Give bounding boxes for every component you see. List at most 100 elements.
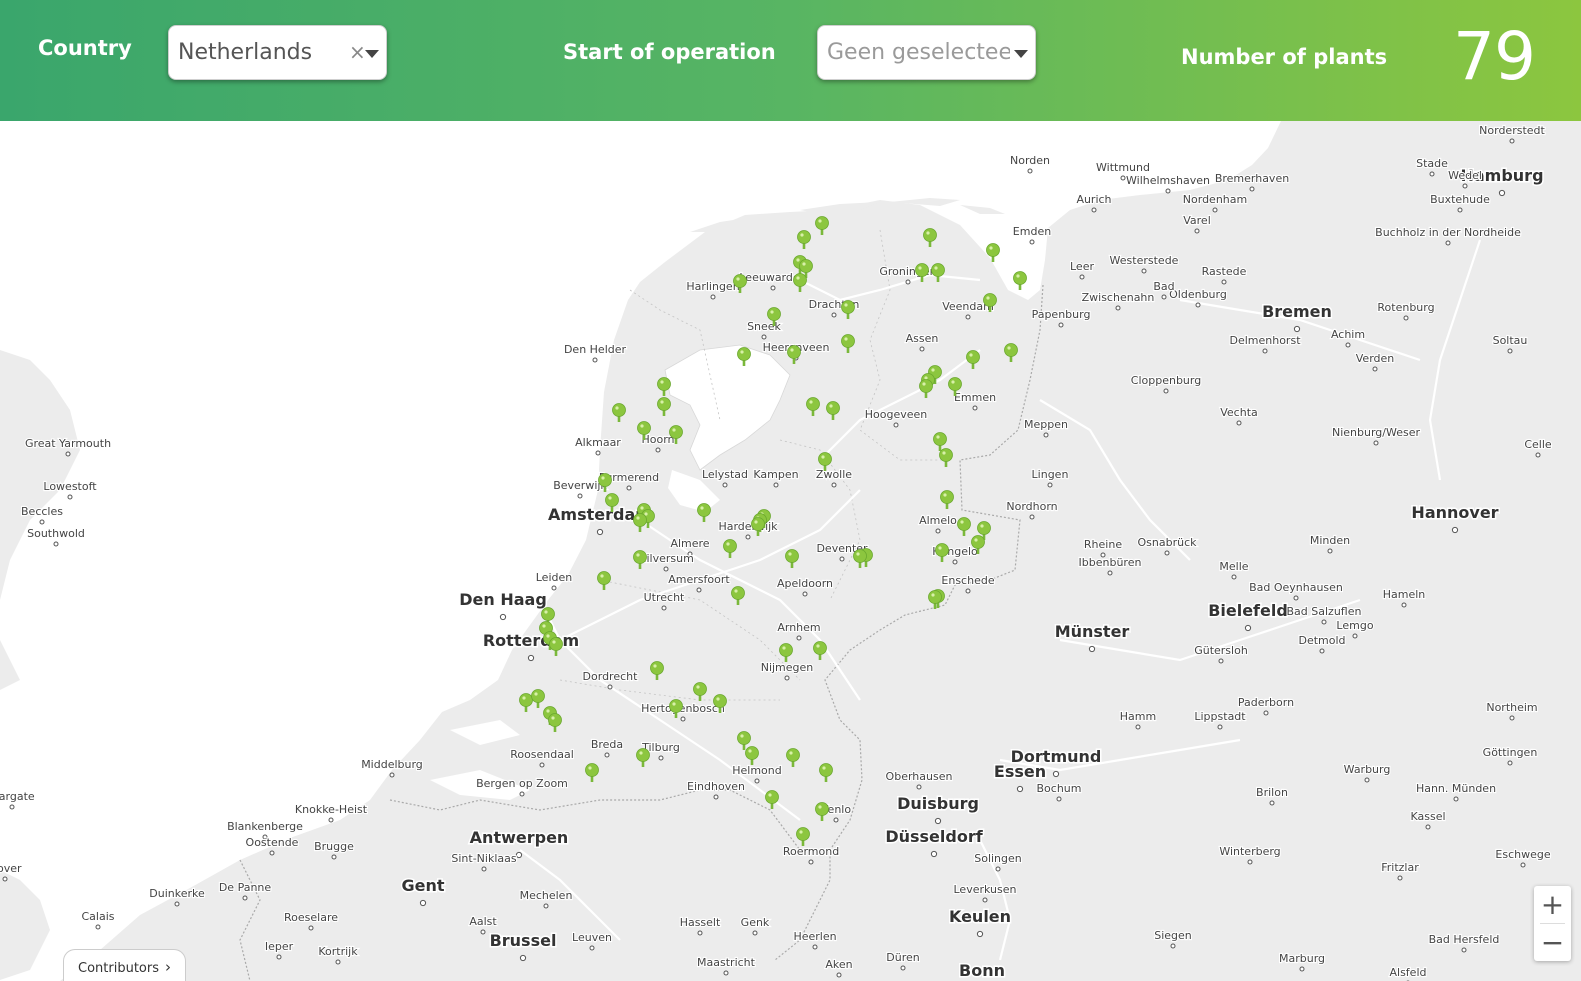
marker-head[interactable] [612,403,626,417]
marker-head[interactable] [948,377,962,391]
marker-head[interactable] [923,228,937,242]
marker-head[interactable] [819,763,833,777]
marker-head[interactable] [786,748,800,762]
marker-head[interactable] [841,300,855,314]
plant-marker[interactable] [669,699,683,719]
plant-marker[interactable] [636,748,650,768]
marker-head[interactable] [935,543,949,557]
plant-marker[interactable] [806,397,820,417]
marker-head[interactable] [1004,343,1018,357]
marker-head[interactable] [957,517,971,531]
plant-marker[interactable] [939,448,953,468]
marker-head[interactable] [541,607,555,621]
marker-head[interactable] [933,432,947,446]
marker-head[interactable] [806,397,820,411]
plant-marker[interactable] [957,517,971,537]
marker-head[interactable] [597,571,611,585]
plant-marker[interactable] [697,503,711,523]
plant-marker[interactable] [650,661,664,681]
plant-marker[interactable] [787,345,801,365]
marker-head[interactable] [549,637,563,651]
country-select[interactable]: Netherlands × [168,25,387,80]
map-canvas[interactable]: AmsterdamDen HaagRotterdamBremenHamburgM… [0,121,1581,981]
plant-marker[interactable] [657,377,671,397]
marker-head[interactable] [751,517,765,531]
plant-marker[interactable] [813,641,827,661]
zoom-out-button[interactable]: − [1534,924,1571,961]
marker-head[interactable] [737,731,751,745]
plant-marker[interactable] [745,746,759,766]
marker-head[interactable] [531,689,545,703]
plant-marker[interactable] [815,802,829,822]
marker-head[interactable] [818,452,832,466]
plant-marker[interactable] [819,763,833,783]
zoom-in-button[interactable]: + [1534,886,1571,923]
marker-head[interactable] [767,307,781,321]
marker-head[interactable] [799,259,813,273]
plant-marker[interactable] [779,643,793,663]
plant-marker[interactable] [797,230,811,250]
marker-head[interactable] [650,661,664,675]
marker-head[interactable] [826,401,840,415]
clear-icon[interactable]: × [349,40,366,64]
marker-head[interactable] [657,377,671,391]
plant-marker[interactable] [940,490,954,510]
marker-head[interactable] [928,590,942,604]
plant-marker[interactable] [786,748,800,768]
marker-head[interactable] [548,713,562,727]
plant-marker[interactable] [815,216,829,236]
marker-head[interactable] [737,347,751,361]
plant-marker[interactable] [796,827,810,847]
marker-head[interactable] [793,273,807,287]
marker-head[interactable] [636,748,650,762]
marker-head[interactable] [796,827,810,841]
plant-marker[interactable] [1004,343,1018,363]
marker-head[interactable] [853,549,867,563]
plant-marker[interactable] [597,571,611,591]
start-of-operation-select[interactable]: Geen geselecteerd [817,25,1036,80]
marker-head[interactable] [971,535,985,549]
marker-head[interactable] [519,693,533,707]
marker-head[interactable] [723,539,737,553]
plant-marker[interactable] [841,300,855,320]
plant-marker[interactable] [966,350,980,370]
contributors-button[interactable]: Contributors › [63,949,186,981]
map-view[interactable]: Amsterdam Den Haag Rotterdam Bremen Hamburg M… [0,121,1581,981]
marker-head[interactable] [598,473,612,487]
marker-head[interactable] [605,493,619,507]
plant-marker[interactable] [923,228,937,248]
marker-head[interactable] [633,550,647,564]
plant-marker[interactable] [919,379,933,399]
plant-marker[interactable] [531,689,545,709]
marker-head[interactable] [785,549,799,563]
marker-head[interactable] [669,425,683,439]
marker-head[interactable] [931,263,945,277]
marker-head[interactable] [779,643,793,657]
plant-marker[interactable] [693,682,707,702]
plant-marker[interactable] [853,549,867,569]
marker-head[interactable] [815,216,829,230]
marker-head[interactable] [813,641,827,655]
plant-marker[interactable] [751,517,765,537]
marker-head[interactable] [983,293,997,307]
marker-head[interactable] [713,694,727,708]
plant-marker[interactable] [549,637,563,657]
marker-head[interactable] [637,421,651,435]
plant-marker[interactable] [657,397,671,417]
marker-head[interactable] [657,397,671,411]
chevron-down-icon[interactable] [365,50,379,58]
plant-marker[interactable] [933,432,947,452]
plant-marker[interactable] [723,539,737,559]
marker-head[interactable] [966,350,980,364]
marker-head[interactable] [841,334,855,348]
plant-marker[interactable] [785,549,799,569]
marker-head[interactable] [815,802,829,816]
marker-head[interactable] [765,790,779,804]
plant-marker[interactable] [585,763,599,783]
marker-head[interactable] [787,345,801,359]
marker-head[interactable] [585,763,599,777]
chevron-down-icon[interactable] [1014,50,1028,58]
plant-marker[interactable] [633,550,647,570]
marker-head[interactable] [731,586,745,600]
marker-head[interactable] [919,379,933,393]
